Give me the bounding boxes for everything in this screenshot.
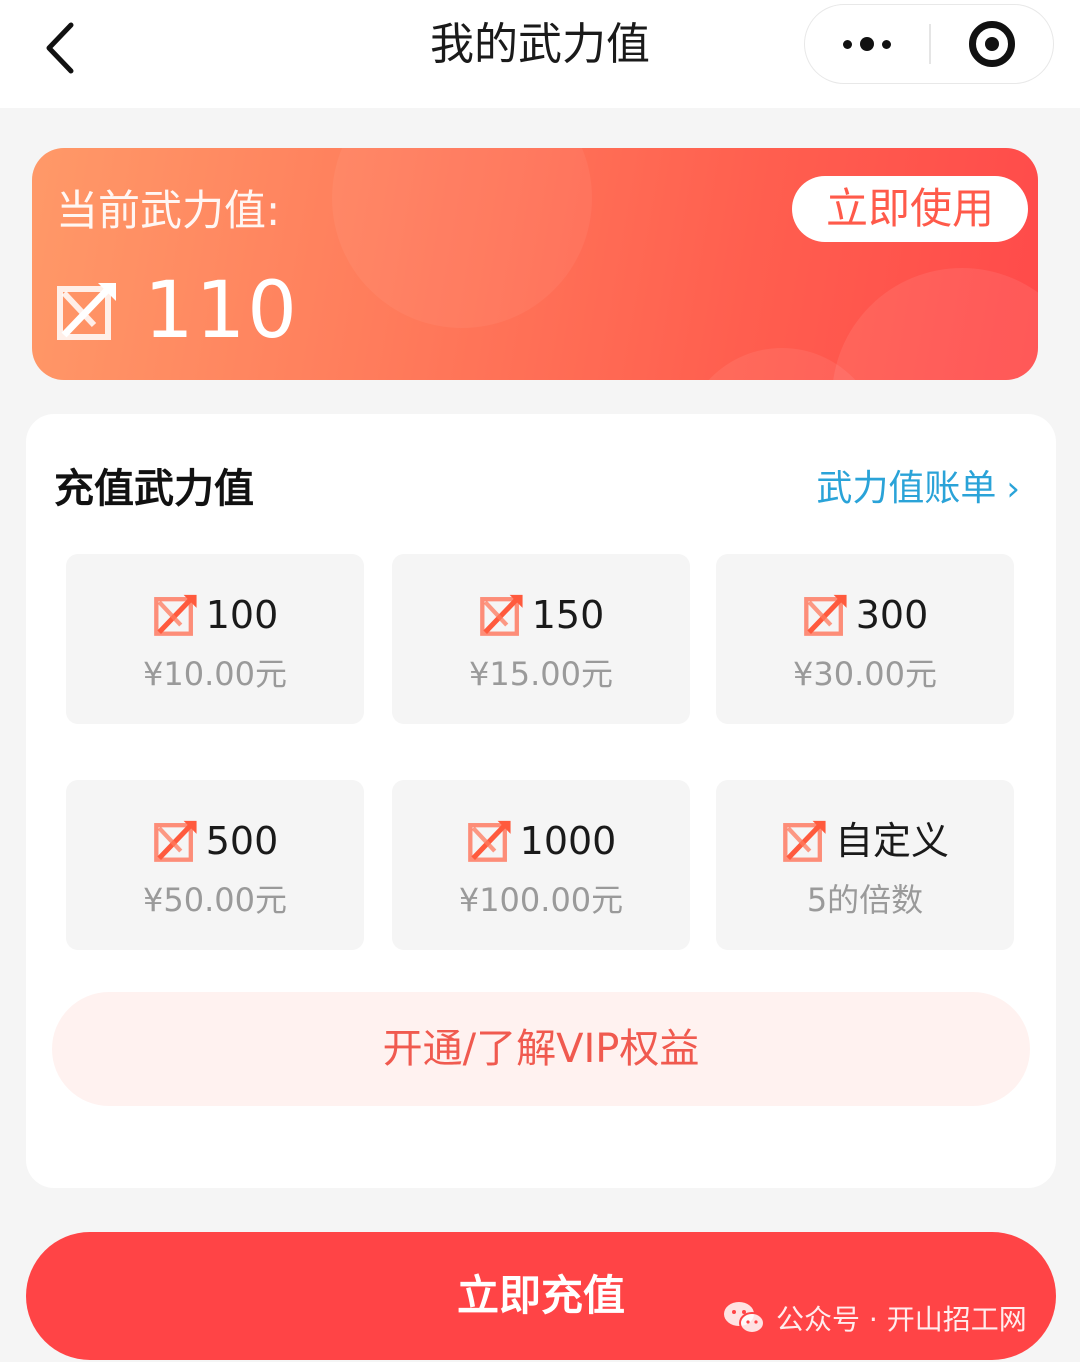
package-amount: 150 <box>531 593 605 637</box>
balance-label: 当前武力值: <box>56 186 281 235</box>
package-price: ¥30.00元 <box>793 655 937 693</box>
package-card[interactable]: 100 ¥10.00元 <box>66 554 364 724</box>
package-card-custom[interactable]: 自定义 5的倍数 <box>716 780 1014 950</box>
power-icon <box>479 594 523 636</box>
balance-value: 110 <box>144 266 299 356</box>
power-icon <box>57 283 116 340</box>
package-price: ¥100.00元 <box>458 881 624 919</box>
close-mini-program-button[interactable] <box>931 5 1053 83</box>
package-amount: 1000 <box>519 819 617 863</box>
chevron-left-icon <box>46 22 74 74</box>
package-card[interactable]: 150 ¥15.00元 <box>392 554 690 724</box>
power-icon <box>783 820 826 862</box>
more-button[interactable] <box>805 5 929 83</box>
balance-row: 110 <box>54 266 299 356</box>
package-card[interactable]: 300 ¥30.00元 <box>716 554 1014 724</box>
target-close-icon <box>969 21 1015 67</box>
recharge-panel: 充值武力值 武力值账单 › 100 ¥10.00元 150 ¥15.00元 30… <box>26 414 1056 1188</box>
mini-program-capsule <box>804 4 1054 84</box>
power-icon <box>803 594 847 636</box>
package-amount: 500 <box>205 819 279 863</box>
bill-link[interactable]: 武力值账单 › <box>816 466 1020 512</box>
power-icon <box>467 820 511 862</box>
recharge-title: 充值武力值 <box>54 466 254 512</box>
package-price: ¥15.00元 <box>469 655 613 693</box>
back-button[interactable] <box>30 18 90 78</box>
recharge-now-button[interactable]: 立即充值 <box>26 1232 1056 1360</box>
package-card[interactable]: 1000 ¥100.00元 <box>392 780 690 950</box>
power-icon <box>153 820 197 862</box>
package-price: ¥10.00元 <box>143 655 287 693</box>
more-dots-icon <box>843 37 891 51</box>
package-amount: 300 <box>855 593 929 637</box>
package-price: 5的倍数 <box>806 881 924 919</box>
vip-benefits-button[interactable]: 开通/了解VIP权益 <box>52 992 1030 1106</box>
package-card[interactable]: 500 ¥50.00元 <box>66 780 364 950</box>
balance-card: 当前武力值: 110 立即使用 <box>32 148 1038 380</box>
navigation-bar: 我的武力值 <box>0 0 1080 108</box>
power-icon <box>153 594 197 636</box>
package-amount: 自定义 <box>834 819 949 863</box>
package-amount: 100 <box>205 593 279 637</box>
bill-link-label: 武力值账单 <box>816 468 997 509</box>
use-now-button[interactable]: 立即使用 <box>792 176 1028 242</box>
chevron-right-icon: › <box>1006 469 1020 509</box>
package-price: ¥50.00元 <box>143 881 287 919</box>
